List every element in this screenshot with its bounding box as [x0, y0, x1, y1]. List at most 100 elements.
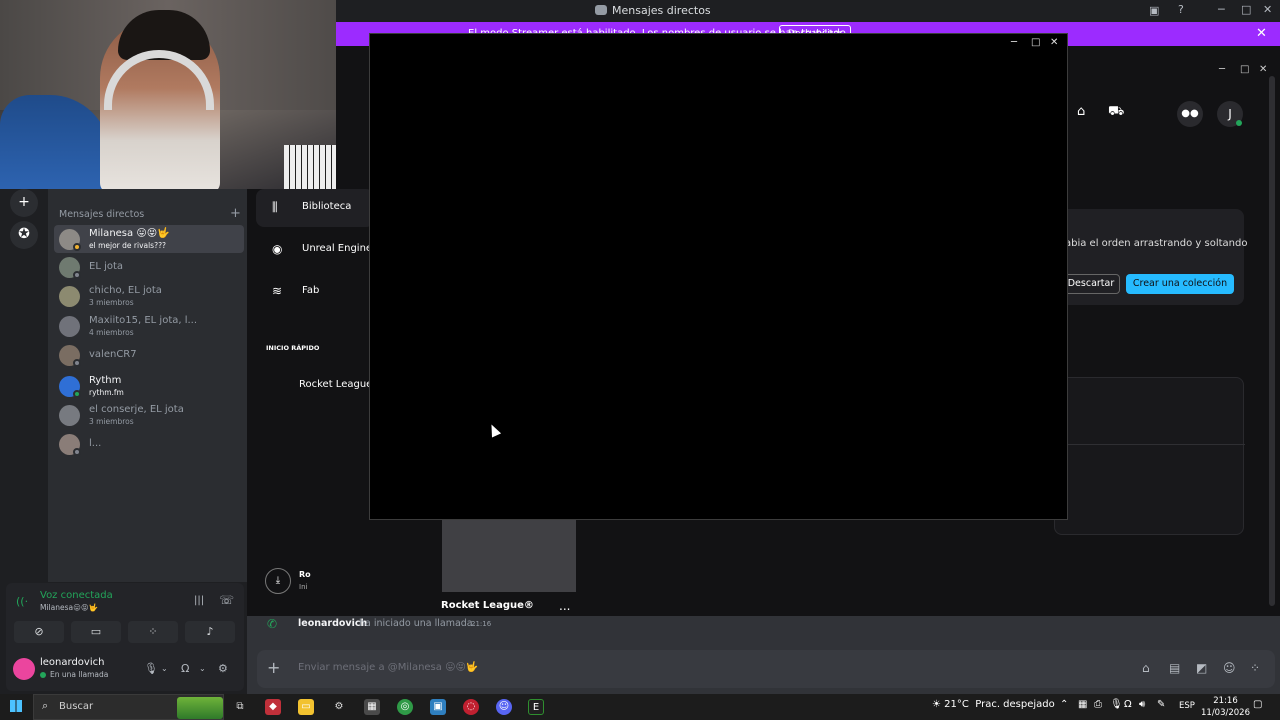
- chrome-icon[interactable]: ◎: [397, 699, 413, 715]
- epic-games-icon[interactable]: E: [528, 699, 544, 715]
- server-rail: + ✪: [0, 189, 48, 582]
- dm-item[interactable]: Rythm rythm.fm: [54, 372, 244, 400]
- nav-fab[interactable]: ≋ Fab: [256, 273, 374, 311]
- tray-device-icon[interactable]: ⎙: [1094, 699, 1102, 710]
- message-placeholder[interactable]: Enviar mensaje a @Milanesa 😛😝🤟: [298, 662, 478, 673]
- dm-name: Rythm: [89, 375, 122, 386]
- compass-icon[interactable]: ✪: [10, 221, 38, 249]
- add-server-plus-icon[interactable]: +: [10, 189, 38, 217]
- game-card-title[interactable]: Rocket League®: [441, 600, 534, 611]
- language-indicator[interactable]: ESP: [1179, 701, 1195, 711]
- clock[interactable]: 21:16 11/03/2026: [1201, 695, 1250, 719]
- tray-app-icon[interactable]: ▦: [1078, 699, 1087, 710]
- dm-item[interactable]: valenCR7: [54, 341, 244, 369]
- username[interactable]: leonardovich: [40, 657, 104, 668]
- create-collection-button[interactable]: Crear una colección: [1126, 274, 1234, 294]
- banner-close-icon[interactable]: ✕: [1256, 26, 1267, 41]
- cart-icon[interactable]: ⛟: [1108, 104, 1124, 121]
- minimize-button[interactable]: ─: [1218, 3, 1225, 16]
- window-titlebar: ─ □ ✕: [370, 34, 1067, 54]
- dm-item[interactable]: Milanesa 😛😝🤟 el mejor de rivals???: [54, 225, 244, 253]
- dm-item[interactable]: l...: [54, 430, 244, 458]
- weather[interactable]: ☀︎ 21°C Prac. despejado: [932, 699, 1055, 710]
- notifications-icon[interactable]: ▢: [1253, 699, 1262, 710]
- game-card-image[interactable]: [442, 518, 576, 592]
- close-button[interactable]: ✕: [1263, 3, 1272, 16]
- calculator-icon[interactable]: ▦: [364, 699, 380, 715]
- emoji-icon[interactable]: ☺: [1223, 661, 1236, 675]
- disconnect-phone-icon[interactable]: ☏: [219, 593, 234, 607]
- reorder-hint: abia el orden arrastrando y soltando: [1065, 238, 1248, 249]
- mic-options-chevron-icon[interactable]: ⌄: [161, 664, 168, 673]
- voice-channel-name[interactable]: Milanesa😛😝🤟: [40, 603, 98, 612]
- download-icon[interactable]: ⤓: [265, 568, 291, 594]
- mic-icon[interactable]: 🎙︎: [144, 662, 158, 675]
- dm-panel: Mensajes directos + Milanesa 😛😝🤟 el mejor…: [48, 189, 247, 582]
- dm-item[interactable]: chicho, EL jota 3 miembros: [54, 282, 244, 310]
- epic-minimize-button[interactable]: ─: [1219, 64, 1225, 75]
- dm-item[interactable]: el conserje, EL jota 3 miembros: [54, 401, 244, 429]
- nav-unreal-engine[interactable]: ◉ Unreal Engine: [256, 231, 374, 269]
- close-button[interactable]: ✕: [1050, 37, 1058, 48]
- gear-icon[interactable]: ⚙: [218, 662, 228, 675]
- help-icon[interactable]: ?: [1178, 3, 1184, 16]
- game-card-menu-icon[interactable]: ...: [559, 599, 570, 613]
- black-game-window[interactable]: ─ □ ✕: [369, 33, 1068, 520]
- audio-options-chevron-icon[interactable]: ⌄: [199, 664, 206, 673]
- discard-button[interactable]: Descartar: [1062, 274, 1120, 294]
- speaker-icon[interactable]: 🔊︎: [1139, 699, 1145, 710]
- quick-start-game[interactable]: Rocket League: [299, 379, 372, 390]
- caller-name[interactable]: leonardovich: [298, 618, 367, 629]
- settings-gear-icon[interactable]: ⚙: [331, 699, 347, 715]
- app-window-icon[interactable]: ▣: [430, 699, 446, 715]
- soundboard-icon[interactable]: ♪: [185, 621, 235, 643]
- noise-suppression-icon[interactable]: |||: [194, 595, 204, 606]
- task-view-icon[interactable]: ⧉: [232, 699, 248, 715]
- screen-share-icon[interactable]: ▭: [71, 621, 121, 643]
- account-avatar[interactable]: J: [1217, 101, 1243, 127]
- nav-biblioteca[interactable]: ⫼ Biblioteca: [256, 189, 374, 227]
- headphones-icon[interactable]: Ω: [181, 662, 189, 675]
- attach-plus-icon[interactable]: +: [267, 658, 280, 677]
- tray-headset-icon[interactable]: Ω: [1124, 699, 1132, 710]
- tray-chevron-icon[interactable]: ⌃: [1060, 699, 1068, 710]
- search-decoration: [177, 697, 223, 719]
- discord-taskbar-icon[interactable]: ☺: [496, 699, 512, 715]
- taskbar-search[interactable]: ⌕ Buscar: [33, 694, 224, 720]
- screen-share-icon[interactable]: ▣: [1149, 4, 1159, 17]
- gif-icon[interactable]: ▤: [1169, 661, 1180, 675]
- epic-close-button[interactable]: ✕: [1259, 64, 1267, 75]
- maximize-button[interactable]: □: [1241, 3, 1251, 16]
- pen-icon[interactable]: ✎: [1157, 699, 1165, 710]
- dm-name: Maxiito15, EL jota, l...: [89, 315, 198, 326]
- maximize-button[interactable]: □: [1031, 37, 1040, 48]
- gift-icon[interactable]: ⌂: [1077, 104, 1085, 119]
- gift-icon[interactable]: ⌂: [1142, 661, 1150, 675]
- tray-mic-icon[interactable]: 🎙︎: [1110, 699, 1123, 710]
- avatar: [59, 316, 80, 337]
- weather-text: Prac. despejado: [975, 699, 1055, 710]
- apps-icon[interactable]: ⁘: [1250, 661, 1260, 675]
- clock-date: 11/03/2026: [1201, 708, 1250, 718]
- download-subtitle: Ini: [299, 583, 308, 591]
- epic-maximize-button[interactable]: □: [1240, 64, 1249, 75]
- quick-start-heading: INICIO RÁPIDO: [266, 344, 320, 352]
- sticker-icon[interactable]: ◩: [1196, 661, 1207, 675]
- file-explorer-icon[interactable]: ▭: [298, 699, 314, 715]
- activities-icon[interactable]: ⁘: [128, 621, 178, 643]
- steelseries-icon[interactable]: ◌: [463, 699, 479, 715]
- minimize-button[interactable]: ─: [1011, 37, 1017, 48]
- camera-off-icon[interactable]: ⊘: [14, 621, 64, 643]
- avatar[interactable]: [13, 658, 35, 680]
- search-label: Buscar: [59, 701, 94, 712]
- user-status: En una llamada: [50, 670, 109, 679]
- dm-item[interactable]: Maxiito15, EL jota, l... 4 miembros: [54, 312, 244, 340]
- friends-icon[interactable]: ●●: [1177, 101, 1203, 127]
- add-dm-plus-icon[interactable]: +: [230, 206, 241, 221]
- windows-icon[interactable]: [10, 700, 22, 712]
- dm-item[interactable]: EL jota: [54, 253, 244, 281]
- game-app-icon[interactable]: ◆: [265, 699, 281, 715]
- status-dot: [73, 390, 81, 398]
- voice-connected-label[interactable]: Voz conectada: [40, 590, 113, 601]
- scrollbar[interactable]: [1269, 76, 1275, 606]
